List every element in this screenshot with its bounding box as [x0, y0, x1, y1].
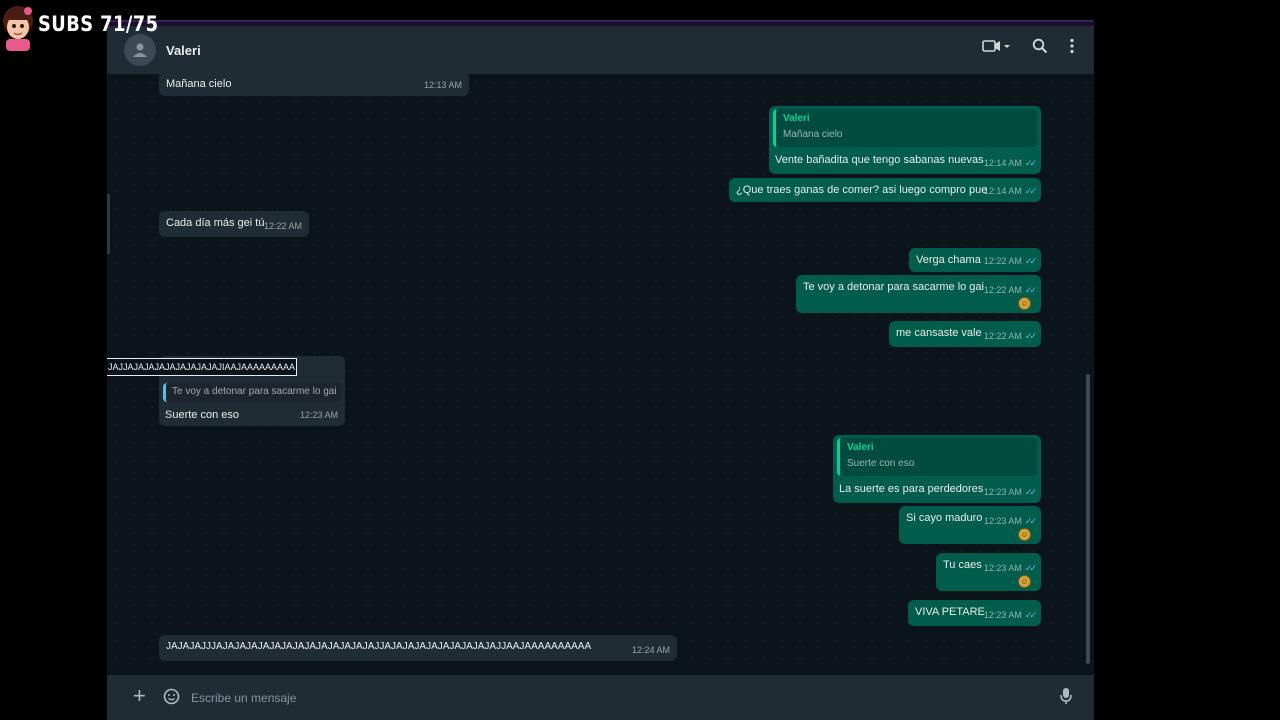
double-check-icon: ✓✓ — [1024, 563, 1037, 573]
message-text: me cansaste vale — [896, 327, 982, 339]
message-text: Verga chama — [916, 254, 981, 266]
time-label: 12:23 AM — [983, 516, 1022, 526]
message-time: 12:13 AM — [424, 78, 462, 92]
quoted-author: Valeri — [783, 113, 810, 124]
message-time: 12:14 AM ✓✓ — [983, 184, 1037, 198]
time-label: 12:14 AM — [983, 158, 1022, 168]
chat-scrollbar[interactable] — [1086, 374, 1090, 664]
selected-text-highlight[interactable]: JAJJAJAJAJAJAJAJAJAJAJIAAJAAAAAAAAA — [107, 358, 297, 376]
message-time: 12:14 AM ✓✓ — [983, 156, 1037, 170]
message-list[interactable]: Mañana cielo 12:13 AM Valeri Mañana ciel… — [107, 72, 1094, 670]
message-text: Suerte con eso — [165, 409, 239, 421]
streamer-avatar-icon — [0, 3, 36, 53]
double-check-icon: ✓✓ — [1024, 331, 1037, 341]
subs-counter: SUBS 71/75 — [38, 12, 159, 36]
message-outgoing[interactable]: Verga chama 12:22 AM ✓✓ — [909, 248, 1041, 272]
time-label: 12:22 AM — [983, 256, 1022, 266]
message-outgoing[interactable]: VIVA PETARE 12:23 AM ✓✓ — [908, 600, 1041, 626]
search-icon[interactable] — [1032, 38, 1048, 59]
sticker-icon[interactable] — [163, 688, 180, 710]
left-scroll-indicator — [107, 194, 110, 254]
quoted-text: Mañana cielo — [783, 129, 843, 140]
quoted-text: Suerte con eso — [847, 458, 915, 469]
message-outgoing[interactable]: me cansaste vale 12:22 AM ✓✓ — [889, 321, 1041, 347]
menu-icon[interactable] — [1070, 38, 1074, 59]
time-label: 12:14 AM — [983, 186, 1022, 196]
quoted-message[interactable]: Te voy a detonar para sacarme lo gai — [163, 383, 341, 402]
message-input[interactable] — [187, 683, 1057, 713]
quoted-text: Te voy a detonar para sacarme lo gai — [172, 386, 337, 397]
message-incoming[interactable]: Cada día más gei tú 12:22 AM — [159, 211, 309, 237]
message-text: Te voy a detonar para sacarme lo gai — [803, 281, 984, 293]
header-actions — [982, 38, 1074, 59]
time-label: 12:13 AM — [423, 80, 462, 90]
double-check-icon: ✓✓ — [1024, 186, 1037, 196]
quoted-message[interactable]: Valeri Suerte con eso — [837, 438, 1037, 476]
message-text: Vente bañadita que tengo sabanas nuevas — [775, 154, 984, 166]
message-outgoing[interactable]: Valeri Mañana cielo Vente bañadita que t… — [769, 106, 1041, 174]
chat-header[interactable]: Valeri — [107, 26, 1094, 74]
video-call-icon[interactable] — [982, 39, 1010, 58]
time-label: 12:23 AM — [983, 487, 1022, 497]
message-time: 12:23 AM ✓✓ — [983, 561, 1037, 575]
attach-plus-icon[interactable]: + — [133, 685, 146, 707]
message-time: 12:22 AM ✓✓ — [983, 283, 1037, 297]
message-text: VIVA PETARE — [915, 606, 985, 618]
laugh-emoji-icon[interactable]: ☺ — [1018, 297, 1031, 310]
laugh-emoji-icon[interactable]: ☺ — [1018, 575, 1031, 588]
whatsapp-web-window: Valeri Mañana cielo 12:13 AM Valeri Maña… — [107, 20, 1094, 720]
microphone-icon[interactable] — [1060, 687, 1072, 710]
time-label: 12:23 AM — [983, 563, 1022, 573]
quoted-author: Valeri — [847, 442, 874, 453]
message-outgoing[interactable]: ¿Que traes ganas de comer? asi luego com… — [729, 178, 1041, 202]
time-label: 12:23 AM — [983, 610, 1022, 620]
message-text: Si cayo maduro — [906, 512, 983, 524]
message-outgoing[interactable]: Te voy a detonar para sacarme lo gai 12:… — [796, 275, 1041, 313]
message-text: Mañana cielo — [166, 78, 232, 90]
message-outgoing[interactable]: Valeri Suerte con eso La suerte es para … — [833, 435, 1041, 503]
message-time: 12:24 AM — [632, 643, 670, 657]
message-time: 12:23 AM — [300, 408, 338, 422]
message-time: 12:22 AM ✓✓ — [983, 254, 1037, 268]
double-check-icon: ✓✓ — [1024, 158, 1037, 168]
message-time: 12:23 AM ✓✓ — [983, 514, 1037, 528]
message-text: Tu caes — [943, 559, 982, 571]
quoted-author: JAJJAJAJAJAJAJAJAJAJAJIAAJAAAAAAAAA — [108, 362, 296, 372]
message-incoming[interactable]: Mañana cielo 12:13 AM — [159, 72, 469, 96]
time-label: 12:22 AM — [983, 331, 1022, 341]
double-check-icon: ✓✓ — [1024, 610, 1037, 620]
stream-overlay: SUBS 71/75 — [0, 0, 180, 56]
time-label: 12:23 AM — [299, 410, 338, 420]
message-composer: + — [107, 675, 1094, 720]
time-label: 12:22 AM — [983, 285, 1022, 295]
laugh-emoji-icon[interactable]: ☺ — [1018, 528, 1031, 541]
double-check-icon: ✓✓ — [1024, 487, 1037, 497]
double-check-icon: ✓✓ — [1024, 256, 1037, 266]
message-time: 12:23 AM ✓✓ — [983, 485, 1037, 499]
message-outgoing[interactable]: Si cayo maduro 12:23 AM ✓✓ ☺ — [899, 506, 1041, 544]
message-text: Cada día más gei tú — [166, 217, 265, 229]
message-incoming[interactable]: JAJAJAJJJAJAJAJAJAJAJAJAJAJAJAJAJAJAJJAJ… — [159, 635, 677, 661]
message-time: 12:22 AM ✓✓ — [983, 329, 1037, 343]
quoted-message[interactable]: Valeri Mañana cielo — [773, 109, 1037, 147]
message-time: 12:22 AM — [264, 219, 302, 233]
message-text: La suerte es para perdedores — [839, 483, 984, 495]
double-check-icon: ✓✓ — [1024, 285, 1037, 295]
time-label: 12:24 AM — [631, 645, 670, 655]
message-time: 12:23 AM ✓✓ — [983, 608, 1037, 622]
double-check-icon: ✓✓ — [1024, 516, 1037, 526]
time-label: 12:22 AM — [263, 221, 302, 231]
message-text: JAJAJAJJJAJAJAJAJAJAJAJAJAJAJAJAJAJAJJAJ… — [166, 641, 592, 652]
message-outgoing[interactable]: Tu caes 12:23 AM ✓✓ ☺ — [936, 553, 1041, 591]
message-text: ¿Que traes ganas de comer? asi luego com… — [736, 184, 988, 196]
